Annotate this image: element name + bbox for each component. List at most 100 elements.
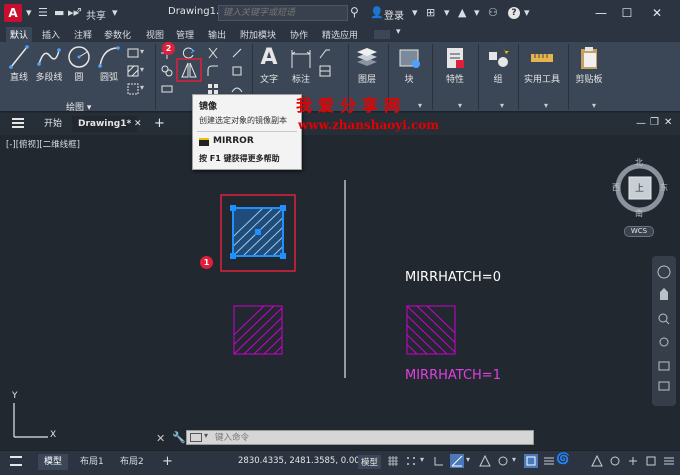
- utilities-tool[interactable]: 实用工具: [522, 44, 562, 85]
- chevron-down-icon[interactable]: ▾: [140, 47, 144, 56]
- clipboard-tool[interactable]: 剪贴板: [572, 44, 606, 85]
- tab-addins[interactable]: 附加模块: [236, 27, 280, 42]
- arc-tool[interactable]: 圆弧: [96, 44, 122, 83]
- object-snap-tracking-icon[interactable]: [496, 454, 510, 468]
- snap-icon[interactable]: [404, 454, 418, 468]
- grid-icon[interactable]: [386, 454, 400, 468]
- chevron-down-icon[interactable]: ▾: [112, 6, 118, 19]
- chevron-down-icon[interactable]: ▾: [412, 6, 418, 19]
- tab-default[interactable]: 默认: [6, 27, 33, 42]
- viewport-minimize-icon[interactable]: —: [636, 118, 646, 129]
- stretch-icon[interactable]: [160, 82, 174, 96]
- text-tool[interactable]: A 文字: [256, 44, 282, 85]
- table-icon[interactable]: [318, 64, 332, 78]
- tab-output[interactable]: 输出: [204, 27, 230, 42]
- save-icon[interactable]: ▬: [54, 6, 64, 19]
- properties-tool[interactable]: 特性: [438, 44, 472, 85]
- mirror-icon[interactable]: [176, 58, 202, 82]
- wrench-icon[interactable]: 🔧: [172, 431, 186, 444]
- share-button[interactable]: 共享: [86, 7, 106, 22]
- search-icon[interactable]: ⚲: [350, 5, 359, 19]
- menu-icon[interactable]: [12, 118, 24, 128]
- draw-panel-title[interactable]: 绘图 ▾: [66, 100, 91, 113]
- autodesk-a360-icon[interactable]: ▲: [458, 6, 466, 19]
- tab-manage[interactable]: 管理: [172, 27, 198, 42]
- dropdown-arrow-icon[interactable]: ▾: [26, 6, 32, 19]
- copy-icon[interactable]: [160, 64, 174, 78]
- viewcube-west[interactable]: 西: [612, 182, 620, 193]
- line-tool[interactable]: 直线: [6, 44, 32, 83]
- workspace-icon[interactable]: [608, 454, 622, 468]
- trim-icon[interactable]: [206, 46, 220, 60]
- isodraft-icon[interactable]: [478, 454, 492, 468]
- tab-parametric[interactable]: 参数化: [100, 27, 135, 42]
- object-snap-icon[interactable]: [524, 454, 538, 468]
- props-panel-expand-icon[interactable]: ▾: [458, 101, 462, 110]
- chevron-down-icon[interactable]: ▾: [420, 455, 424, 464]
- tab-annotate[interactable]: 注释: [70, 27, 96, 42]
- viewcube-south[interactable]: 南: [635, 208, 643, 219]
- wcs-dropdown[interactable]: WCS: [624, 226, 654, 237]
- lineweight-icon[interactable]: [542, 454, 556, 468]
- layers-tool[interactable]: 图层: [352, 44, 382, 85]
- clipboard-panel-expand-icon[interactable]: ▾: [592, 101, 596, 110]
- close-button[interactable]: ✕: [646, 4, 668, 22]
- fillet-icon[interactable]: [206, 64, 220, 78]
- viewport-restore-icon[interactable]: ❐: [650, 117, 659, 128]
- dimension-tool[interactable]: 标注: [288, 44, 314, 85]
- menu-icon[interactable]: [10, 456, 22, 466]
- explode-icon[interactable]: [230, 64, 244, 78]
- boundary-icon[interactable]: [126, 82, 140, 96]
- close-icon[interactable]: ✕: [156, 432, 165, 445]
- command-line[interactable]: ▾: [186, 430, 534, 445]
- block-tool[interactable]: 块: [394, 44, 424, 85]
- add-layout-button[interactable]: +: [156, 454, 179, 470]
- tab-view[interactable]: 视图: [142, 27, 168, 42]
- group-panel-expand-icon[interactable]: ▾: [500, 101, 504, 110]
- user-icon[interactable]: 👤: [370, 6, 384, 19]
- viewcube-north[interactable]: 北: [635, 157, 643, 168]
- group-tool[interactable]: 组: [484, 44, 512, 85]
- tab-start[interactable]: 开始: [38, 116, 68, 132]
- chevron-down-icon[interactable]: ▾: [140, 65, 144, 74]
- search-box[interactable]: [218, 5, 348, 21]
- tab-layout1[interactable]: 布局1: [74, 454, 110, 470]
- minimize-button[interactable]: —: [590, 4, 612, 22]
- circle-tool[interactable]: 圆: [66, 44, 92, 83]
- app-logo[interactable]: A: [4, 4, 22, 22]
- chevron-down-icon[interactable]: ▾: [474, 6, 480, 19]
- viewcube-top-face[interactable]: 上: [635, 181, 644, 194]
- search-input[interactable]: [219, 6, 347, 20]
- leader-icon[interactable]: [318, 46, 332, 60]
- chevron-down-icon[interactable]: ▾: [204, 431, 208, 440]
- viewcube-east[interactable]: 东: [660, 182, 668, 193]
- tab-featured-apps[interactable]: 精选应用: [318, 27, 362, 42]
- tab-layout2[interactable]: 布局2: [114, 454, 150, 470]
- cart-icon[interactable]: ⊞: [426, 6, 435, 19]
- chevron-down-icon[interactable]: ▾: [466, 455, 470, 464]
- command-history-icon[interactable]: [190, 433, 202, 442]
- maximize-button[interactable]: ☐: [616, 4, 638, 22]
- block-panel-expand-icon[interactable]: ▾: [418, 101, 422, 110]
- share-icon[interactable]: ⇗: [74, 6, 82, 17]
- command-input[interactable]: [215, 431, 525, 444]
- chevron-down-icon[interactable]: ▾: [524, 6, 530, 19]
- login-button[interactable]: 登录: [384, 7, 404, 22]
- erase-icon[interactable]: [230, 46, 244, 60]
- chevron-down-icon[interactable]: ▾: [444, 6, 450, 19]
- tab-insert[interactable]: 插入: [38, 27, 64, 42]
- chevron-down-icon[interactable]: ▾: [392, 26, 405, 38]
- fullscreen-icon[interactable]: [644, 454, 658, 468]
- model-space-toggle[interactable]: 模型: [358, 455, 382, 469]
- tab-collaborate[interactable]: 协作: [286, 27, 312, 42]
- user-icon[interactable]: ⚇: [488, 6, 498, 19]
- polyline-tool[interactable]: 多段线: [34, 44, 64, 83]
- ortho-icon[interactable]: [432, 454, 446, 468]
- annotation-scale-icon[interactable]: [590, 454, 604, 468]
- add-tab-button[interactable]: +: [148, 116, 171, 132]
- utils-panel-expand-icon[interactable]: ▾: [544, 101, 548, 110]
- help-icon[interactable]: ?: [508, 7, 520, 19]
- close-tab-icon[interactable]: ✕: [128, 116, 148, 132]
- tab-model[interactable]: 模型: [38, 454, 69, 470]
- navigation-tools[interactable]: [656, 262, 672, 402]
